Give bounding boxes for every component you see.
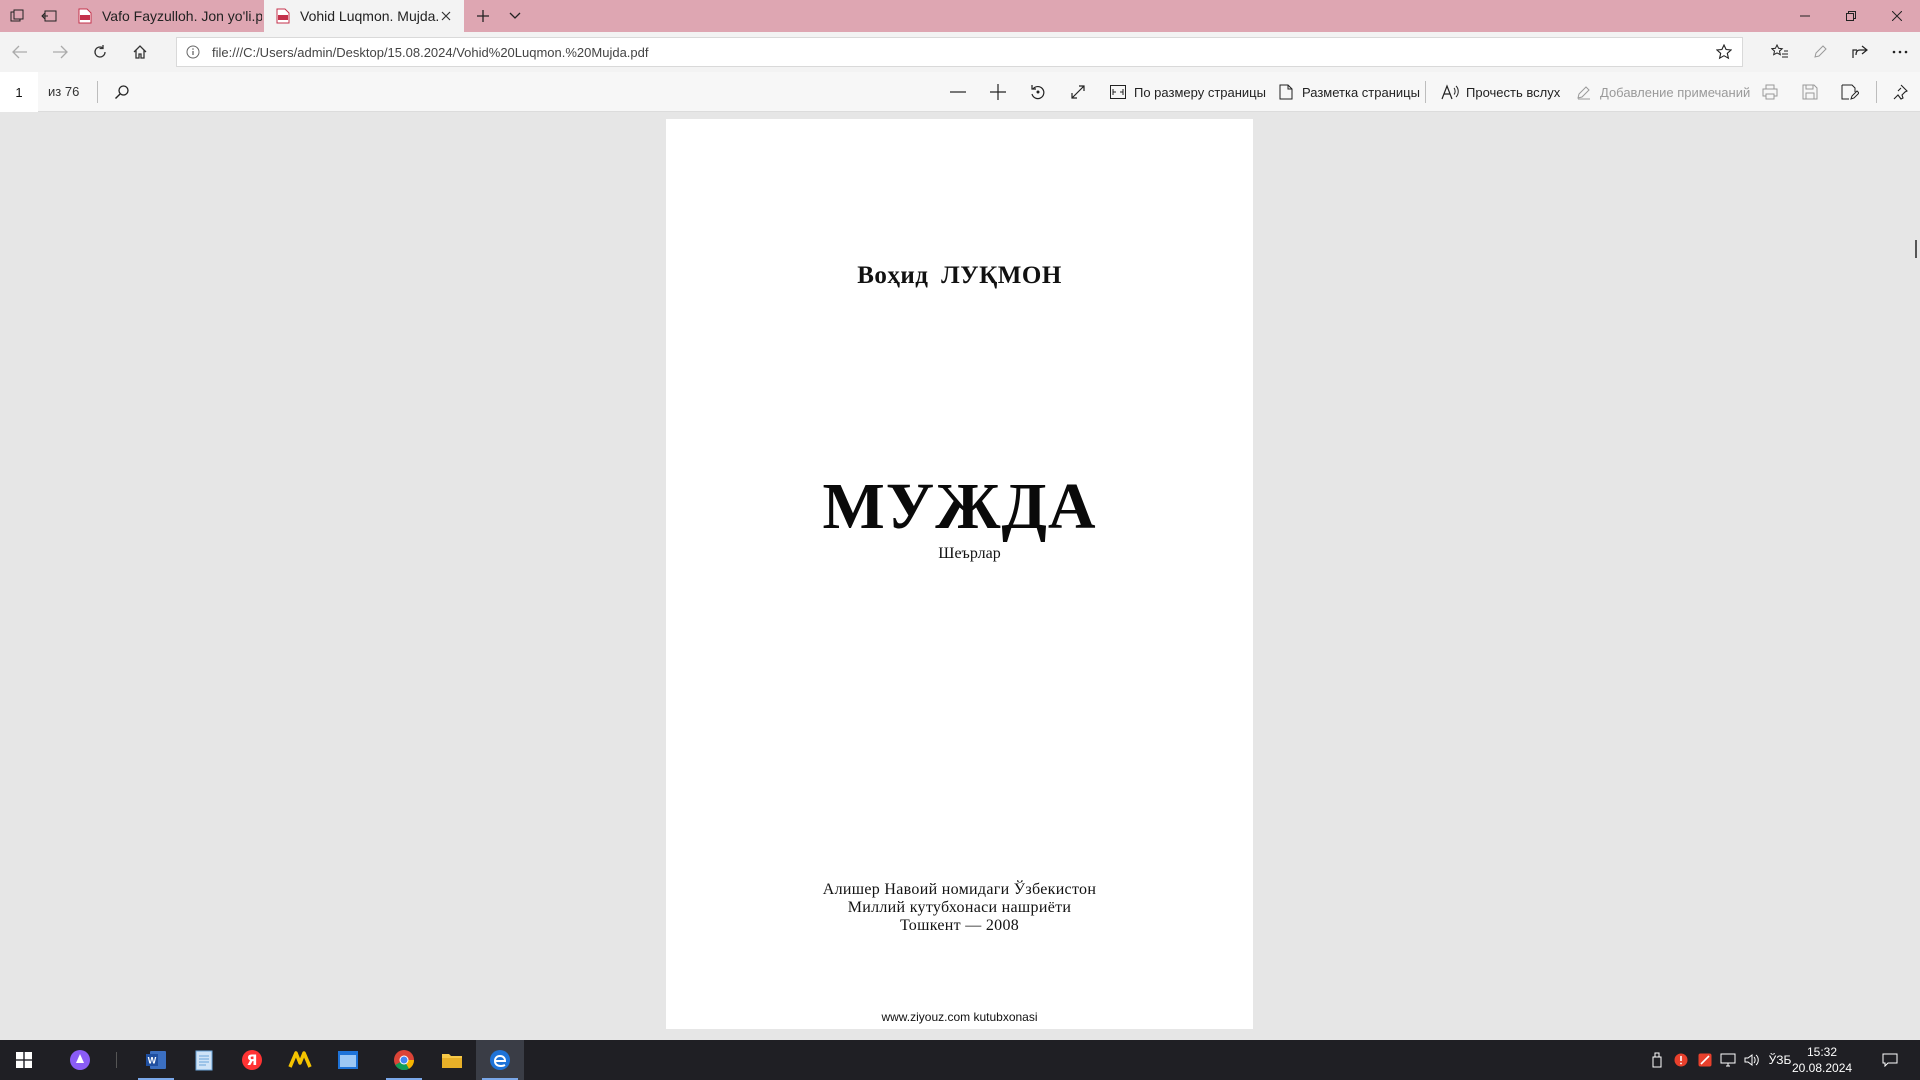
home-icon[interactable]	[124, 36, 156, 68]
tab-label: Vafo Fayzulloh. Jon yo'li.pdf	[102, 8, 262, 24]
book-title: МУЖДА	[822, 470, 1097, 543]
network-icon[interactable]	[1718, 1040, 1738, 1080]
page-total: из 76	[48, 84, 80, 99]
pen-notes-icon[interactable]	[1804, 36, 1836, 68]
yandex-browser-icon[interactable]: Я	[228, 1040, 276, 1080]
tab-vafo-pdf[interactable]: Vafo Fayzulloh. Jon yo'li.pdf	[66, 0, 262, 32]
tab-preview-chevron-down-icon[interactable]	[498, 0, 532, 32]
publisher-line: Алишер Навоий номидаги Ўзбекистон	[822, 881, 1097, 898]
fit-to-page-button[interactable]: По размеру страницы	[1108, 76, 1266, 108]
pdf-page: Воҳид ЛУҚМОН МУЖДА Шеърлар Алишер Навоий…	[666, 119, 1253, 1029]
volume-icon[interactable]	[1742, 1040, 1762, 1080]
navigation-bar: file:///C:/Users/admin/Desktop/15.08.202…	[0, 32, 1920, 72]
start-windows-icon[interactable]	[0, 1040, 48, 1080]
clock-date: 20.08.2024	[1792, 1061, 1853, 1075]
zoom-out-icon[interactable]	[942, 76, 974, 108]
new-tab-icon[interactable]	[466, 0, 500, 32]
more-options-icon[interactable]	[1884, 36, 1916, 68]
search-icon[interactable]	[106, 76, 138, 108]
add-notes-label: Добавление примечаний	[1600, 84, 1751, 100]
restore-icon[interactable]	[1828, 0, 1874, 32]
page-number-input[interactable]: 1	[0, 72, 38, 112]
tab-actions-icon[interactable]	[0, 0, 34, 32]
page-footer: www.ziyouz.com kutubxonasi	[881, 1010, 1038, 1024]
rotate-icon[interactable]	[1022, 76, 1054, 108]
antivirus-icon[interactable]	[1696, 1040, 1714, 1080]
clock[interactable]: 15:32 20.08.2024	[1792, 1044, 1852, 1076]
svg-text:Я: Я	[247, 1053, 258, 1069]
language-indicator[interactable]: ЎЗБ	[1766, 1040, 1794, 1080]
notifications-icon[interactable]	[1872, 1040, 1908, 1080]
tab-label: Vohid Luqmon. Mujda.p	[300, 8, 440, 24]
close-tab-icon[interactable]	[438, 8, 454, 24]
favorites-hub-icon[interactable]	[1764, 36, 1796, 68]
svg-text:W: W	[148, 1056, 157, 1066]
close-window-icon[interactable]	[1874, 0, 1920, 32]
save-icon[interactable]	[1794, 76, 1826, 108]
share-icon[interactable]	[1844, 36, 1876, 68]
notepad-app-icon[interactable]	[180, 1040, 228, 1080]
divider	[1425, 81, 1426, 103]
scrollbar-thumb[interactable]	[1915, 240, 1917, 258]
save-as-icon[interactable]	[1834, 76, 1866, 108]
print-icon[interactable]	[1754, 76, 1786, 108]
tab-mujda-pdf[interactable]: Vohid Luqmon. Mujda.p	[264, 0, 464, 32]
pen-icon	[1574, 82, 1594, 102]
usb-device-icon[interactable]	[1648, 1040, 1666, 1080]
chrome-app-icon[interactable]	[380, 1040, 428, 1080]
book-author: Воҳид ЛУҚМОН	[857, 262, 1062, 289]
add-notes-button[interactable]: Добавление примечаний	[1574, 76, 1750, 108]
page-layout-button[interactable]: Разметка страницы	[1276, 76, 1420, 108]
address-bar[interactable]: file:///C:/Users/admin/Desktop/15.08.202…	[176, 37, 1743, 67]
fit-page-label: По размеру страницы	[1134, 84, 1266, 100]
pin-toolbar-icon[interactable]	[1884, 76, 1916, 108]
publisher-line: Тошкент — 2008	[899, 917, 1020, 934]
pdf-file-icon	[78, 8, 92, 24]
divider	[116, 1052, 117, 1068]
taskbar: W Я ЎЗБ 15:32 20.08.2024	[0, 1040, 1920, 1080]
beeline-app-icon[interactable]	[276, 1040, 324, 1080]
fit-page-icon	[1108, 82, 1128, 102]
file-explorer-icon[interactable]	[428, 1040, 476, 1080]
pdf-file-icon	[276, 8, 290, 24]
set-tabs-aside-icon[interactable]	[32, 0, 66, 32]
pdf-viewer[interactable]: Воҳид ЛУҚМОН МУЖДА Шеърлар Алишер Навоий…	[0, 112, 1920, 1040]
alice-assistant-icon[interactable]	[56, 1040, 104, 1080]
divider	[97, 81, 98, 103]
clock-time: 15:32	[1806, 1045, 1838, 1059]
forward-arrow-icon[interactable]	[44, 36, 76, 68]
read-aloud-button[interactable]: Прочесть вслух	[1440, 76, 1560, 108]
favorite-star-icon[interactable]	[1716, 44, 1732, 60]
read-aloud-icon	[1440, 82, 1460, 102]
page-layout-icon	[1276, 82, 1296, 102]
read-aloud-label: Прочесть вслух	[1466, 84, 1561, 100]
back-arrow-icon[interactable]	[4, 36, 36, 68]
divider	[1876, 81, 1877, 103]
edge-browser-icon[interactable]	[476, 1040, 524, 1080]
refresh-icon[interactable]	[84, 36, 116, 68]
publisher-line: Миллий кутубхонаси нашриёти	[847, 899, 1072, 916]
alert-icon[interactable]	[1672, 1040, 1690, 1080]
book-subtitle: Шеърлар	[938, 545, 1001, 562]
minimize-icon[interactable]	[1782, 0, 1828, 32]
info-icon[interactable]	[186, 45, 200, 59]
url-text: file:///C:/Users/admin/Desktop/15.08.202…	[212, 45, 649, 60]
word-app-icon[interactable]: W	[132, 1040, 180, 1080]
full-screen-icon[interactable]	[1062, 76, 1094, 108]
zoom-in-icon[interactable]	[982, 76, 1014, 108]
pdf-toolbar: 1 из 76 По размеру страницы Разметка стр…	[0, 72, 1920, 112]
page-layout-label: Разметка страницы	[1302, 84, 1420, 100]
window-app-icon[interactable]	[324, 1040, 372, 1080]
tab-bar: Vafo Fayzulloh. Jon yo'li.pdf Vohid Luqm…	[0, 0, 1920, 32]
